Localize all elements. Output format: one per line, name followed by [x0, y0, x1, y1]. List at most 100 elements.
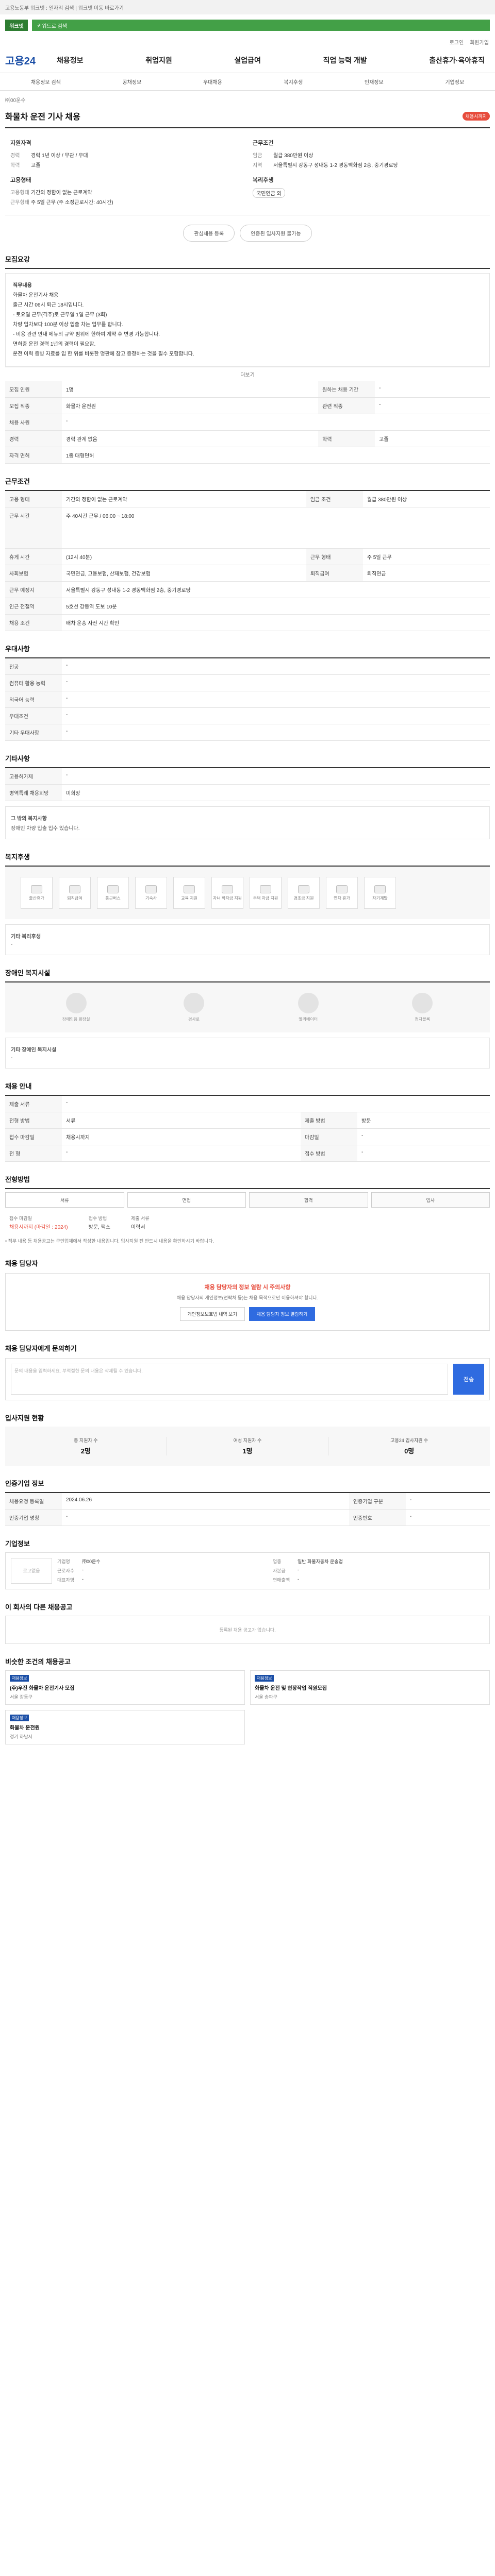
desc-line: 화물차 운전기사 채용 — [13, 293, 59, 298]
step: 서류 — [5, 1192, 124, 1208]
td: 5호선 강동역 도보 10분 — [62, 598, 490, 615]
search-input[interactable]: 키워드로 검색 — [32, 20, 490, 31]
site-logo[interactable]: 고용24 — [5, 53, 57, 67]
menu-item[interactable]: 실업급여 — [234, 55, 261, 65]
job-card[interactable]: 채용정보 화물차 운전원 경기 하남시 — [5, 1709, 245, 1744]
td: - — [62, 674, 490, 691]
welfare-item: 출산휴가 — [21, 877, 53, 909]
td: - — [62, 1145, 301, 1162]
welfare-label: 교육 지원 — [181, 895, 197, 901]
sub-nav-item[interactable]: 우대채용 — [203, 78, 222, 86]
desc-line: 운전 이력 증빙 자료를 입 한 위를 비롯한 명판에 참고 증정하는 것을 필… — [13, 351, 194, 357]
th: 사회보험 — [5, 565, 62, 582]
sub-nav-item[interactable]: 공채정보 — [122, 78, 141, 86]
sub-nav-item[interactable]: 복지후생 — [284, 78, 303, 86]
stat-label: 총 지원자 수 — [74, 1437, 98, 1443]
note-text: - — [11, 1055, 13, 1061]
menu-item[interactable]: 직업 능력 개발 — [323, 55, 367, 65]
util-nav: 로그인 회원가입 — [0, 36, 495, 47]
more-button[interactable]: 더보기 — [5, 367, 490, 381]
menu-item[interactable]: 채용정보 — [57, 55, 84, 65]
kv-value: 주 5일 근무 (주 소정근로시간: 40시간) — [31, 200, 113, 206]
etc-note: 그 밖의 복지사항 장애인 차량 입출 입수 있습니다. — [5, 806, 490, 839]
td: - — [357, 1145, 490, 1162]
send-button[interactable]: 전송 — [453, 1363, 484, 1395]
th: 채용 조건 — [5, 614, 62, 631]
sub-nav-item[interactable]: 인재정보 — [365, 78, 384, 86]
td: 경력 관계 없음 — [62, 430, 319, 447]
th: 근무 형태 — [306, 548, 363, 565]
elevator-icon — [298, 993, 319, 1013]
field-key: 업종 — [273, 1558, 282, 1564]
welfare-icon — [336, 885, 348, 893]
view-contact-button[interactable]: 채용 담당자 정보 열람하기 — [249, 1307, 316, 1321]
th: 전형 방법 — [5, 1112, 62, 1129]
field-key: 기업명 — [57, 1558, 70, 1564]
login-link[interactable]: 로그인 — [450, 38, 464, 46]
field-key: 연매출액 — [273, 1577, 290, 1583]
th: 고용허가제 — [5, 768, 62, 785]
kv-value: 고졸 — [31, 163, 41, 168]
th: 인증기업 명칭 — [5, 1509, 62, 1526]
welfare-label: 출산휴가 — [29, 895, 44, 901]
section-title: 우대사항 — [5, 645, 30, 653]
td: - — [357, 1128, 490, 1145]
stat-value: 2명 — [80, 1447, 91, 1455]
scrap-button[interactable]: 관심채용 등록 — [183, 225, 235, 242]
th: 모집 인원 — [5, 381, 62, 398]
note-text: - — [11, 942, 13, 947]
job-card[interactable]: 채용정보 화물차 운전 및 현장작업 직원모집 서울 송파구 — [250, 1670, 490, 1705]
section-title: 이 회사의 다른 채용공고 — [5, 1603, 73, 1611]
kv-value: 국민연금 외 — [253, 188, 285, 198]
field-value: ㈜00운수 — [82, 1558, 101, 1564]
field-key: 근로자수 — [57, 1568, 75, 1573]
td: 미희망 — [62, 784, 490, 801]
welfare-label: 퇴직급여 — [67, 895, 82, 901]
field-value: - — [298, 1567, 299, 1572]
signup-link[interactable]: 회원가입 — [470, 38, 489, 46]
td: - — [375, 381, 490, 398]
td: 서울특별시 강동구 성내동 1-2 경동백화점 2층, 중기경로당 — [62, 581, 490, 598]
menu-item[interactable]: 출산휴가·육아휴직 — [429, 55, 485, 65]
section-title: 입사지원 현황 — [5, 1414, 44, 1422]
welfare-label: 자기계발 — [372, 895, 388, 901]
welfare-icon — [107, 885, 119, 893]
card-location: 서울 강동구 — [10, 1694, 32, 1700]
welfare-icon — [298, 885, 309, 893]
welfare-label: 경조금 지원 — [293, 895, 314, 901]
braille-icon — [412, 993, 433, 1013]
note-title: 기타 장애인 복지시설 — [11, 1047, 57, 1053]
field-value: - — [82, 1567, 84, 1572]
desc-title: 직무내용 — [13, 283, 32, 289]
info-key: 접수 방법 — [88, 1216, 107, 1221]
inquiry-textarea[interactable]: 문의 내용을 입력하세요. 부적절한 문의 내용은 삭제될 수 있습니다. — [11, 1363, 448, 1395]
desc-line: 면허증 운전 경력 1년의 경력이 필요함. — [13, 342, 96, 347]
job-summary: 지원자격 경력 경력 1년 이상 / 무관 / 우대 학력 고졸 고용형태 고용형태… — [5, 131, 490, 215]
alert-title: 채용 담당자의 정보 열람 시 주의사항 — [204, 1284, 291, 1291]
welfare-icon — [145, 885, 157, 893]
welfare-label: 연차 휴가 — [334, 895, 350, 901]
section-title: 전형방법 — [5, 1176, 30, 1183]
th: 제출 방법 — [301, 1112, 358, 1129]
privacy-button[interactable]: 개인정보보호법 내역 보기 — [179, 1307, 245, 1321]
brand-logo[interactable]: 워크넷 — [5, 20, 28, 31]
info-value: 이력서 — [130, 1225, 145, 1231]
td: 채용시까지 — [62, 1128, 301, 1145]
company-box: 로고없음 기업명 ㈜00운수 업종 일반 화물자동차 운송업 근로자수 - 자본금 - … — [5, 1552, 490, 1589]
sub-nav-item[interactable]: 채용정보 검색 — [31, 78, 61, 86]
job-card[interactable]: 채용정보 (주)우진 화물차 운전기사 모집 서울 강동구 — [5, 1670, 245, 1705]
th: 전공 — [5, 658, 62, 675]
card-location: 경기 하남시 — [10, 1734, 32, 1739]
info-key: 제출 서류 — [130, 1216, 150, 1221]
section-title: 채용 담당자 — [5, 1259, 38, 1267]
notice-text: • 직무 내용 등 채용공고는 구인업체에서 작성한 내용입니다. 입사지원 전… — [5, 1239, 214, 1244]
td: (12시 40분) — [62, 548, 306, 565]
welfare-item: 기숙사 — [135, 877, 167, 909]
info-value: 채용시까지 (마감일 : 2024) — [9, 1225, 68, 1231]
menu-item[interactable]: 취업지원 — [145, 55, 172, 65]
card-location: 서울 송파구 — [255, 1694, 277, 1700]
company-name: ㈜00운수 — [5, 98, 26, 104]
apply-button[interactable]: 인증된 입사지원 불가능 — [240, 225, 312, 242]
sub-nav-item[interactable]: 기업정보 — [445, 78, 464, 86]
welfare-icon — [69, 885, 80, 893]
